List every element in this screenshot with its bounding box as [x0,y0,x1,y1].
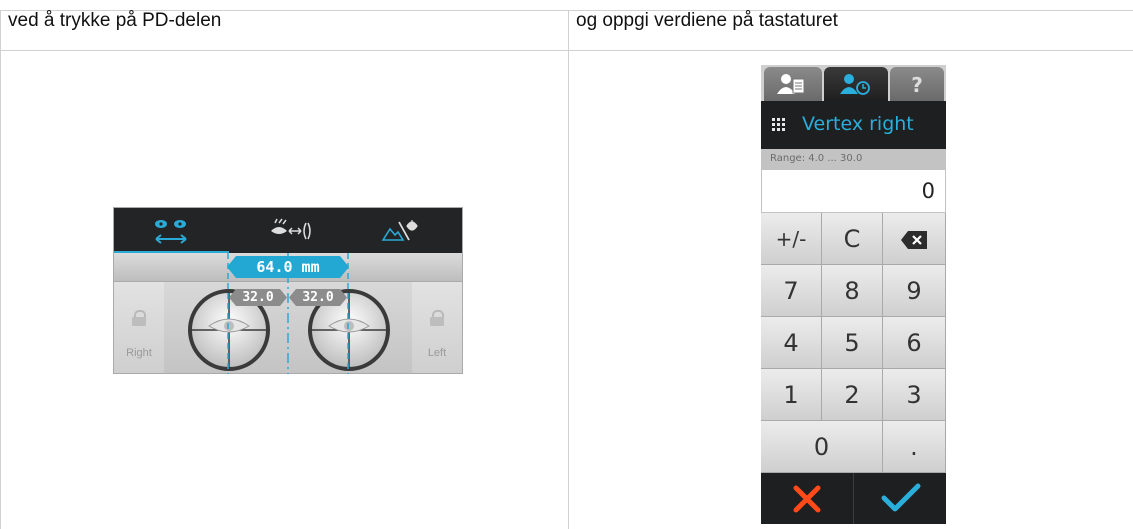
decimal-point-key[interactable]: . [883,421,946,473]
near-far-button[interactable] [349,208,464,254]
backspace-icon [901,231,927,249]
keypad-title-bar: Vertex right [761,101,946,149]
digit-2-key[interactable]: 2 [822,369,883,421]
digit-5-key[interactable]: 5 [822,317,883,369]
total-pd-value[interactable]: 64.0 mm [227,256,349,278]
digit-4-key[interactable]: 4 [761,317,822,369]
help-icon: ? [911,73,923,97]
right-pd-value[interactable]: 32.0 [229,289,287,306]
digit-8-key[interactable]: 8 [822,265,883,317]
tab-help[interactable]: ? [890,67,944,101]
clear-key[interactable]: C [822,213,883,265]
pd-eyes-area[interactable]: Right Left [113,281,463,374]
eyes-diagram [188,289,390,371]
keypad-range: Range: 4.0 ... 30.0 [761,149,946,169]
keypad-tab-bar: ? [761,65,946,101]
keypad-value: 0 [921,179,935,203]
digit-9-key[interactable]: 9 [883,265,946,317]
near-far-icon [381,220,418,241]
keypad-action-bar [761,473,946,524]
table-left-border [0,10,1,529]
eyes-pd-icon [155,220,187,244]
left-pd-value[interactable]: 32.0 [289,289,347,306]
digit-7-key[interactable]: 7 [761,265,822,317]
keypad-value-field[interactable]: 0 [761,169,946,213]
cancel-button[interactable] [761,473,853,524]
patient-record-icon [777,74,805,94]
vertex-distance-icon [271,218,311,240]
pd-mode-button[interactable] [114,208,229,254]
sign-toggle-key[interactable]: +/- [761,213,822,265]
left-column-header: ved å trykke på PD-delen [8,10,222,31]
backspace-key[interactable] [883,213,946,265]
digit-0-key[interactable]: 0 [761,421,883,473]
tab-patient-history[interactable] [824,67,888,101]
tab-patient-record[interactable] [764,67,822,101]
patient-history-icon [840,74,870,95]
right-column-header: og oppgi verdiene på tastaturet [576,10,838,31]
digit-1-key[interactable]: 1 [761,369,822,421]
checkmark-icon [881,483,921,512]
vertex-distance-button[interactable] [229,208,349,254]
pd-control-panel: Right Left 64.0 mm 32.0 32.0 [113,207,463,374]
digit-3-key[interactable]: 3 [883,369,946,421]
confirm-button[interactable] [854,473,946,524]
close-icon [793,485,821,513]
svg-text:?: ? [911,73,923,97]
numeric-keypad-panel: ? Vertex right Range: 4.0 ... 30.0 0 +/-… [761,65,946,524]
keypad-title: Vertex right [802,113,914,135]
table-column-divider [568,10,569,529]
keypad-grid-icon [772,118,785,131]
pd-mode-toolbar [113,207,464,254]
table-header-divider [0,50,1133,51]
digit-6-key[interactable]: 6 [883,317,946,369]
